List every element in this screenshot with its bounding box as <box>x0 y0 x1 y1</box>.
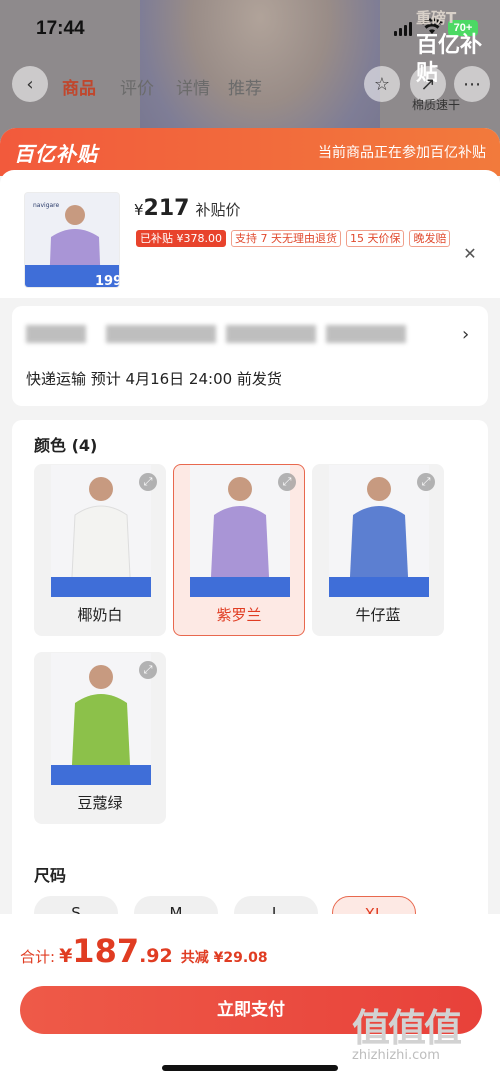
price-label: 补贴价 <box>195 201 241 219</box>
tab-recommend[interactable]: 推荐 <box>228 74 262 99</box>
thumbnail-image: navigare 199 <box>25 193 120 288</box>
background-side-tag: 棉质速干 <box>412 98 461 112</box>
status-time: 17:44 <box>36 18 85 39</box>
expand-icon[interactable]: ⤢ <box>139 473 157 491</box>
color-section-title: 颜色 (4) <box>34 436 98 455</box>
tab-reviews[interactable]: 评价 <box>120 74 154 99</box>
color-option-cardamom-green[interactable]: ⤢ 豆蔻绿 <box>34 652 166 824</box>
chevron-right-icon[interactable]: › <box>462 324 469 345</box>
subsidy-logo: 百亿补贴 <box>14 141 98 166</box>
tab-product[interactable]: 商品 <box>62 74 96 99</box>
brand-corner-top: 重磅T <box>416 9 457 27</box>
total-currency: ¥ <box>59 945 73 967</box>
size-section-title: 尺码 <box>34 866 67 885</box>
tab-details[interactable]: 详情 <box>176 74 210 99</box>
subsidy-price: 217 <box>143 196 190 221</box>
address-card[interactable]: › 快递运输 预计 4月16日 24:00 前发货 <box>12 306 488 406</box>
color-option-coconut-white[interactable]: ⤢ 椰奶白 <box>34 464 166 636</box>
currency-symbol: ¥ <box>134 201 144 219</box>
expand-icon[interactable]: ⤢ <box>139 661 157 679</box>
star-icon[interactable]: ☆ <box>364 66 400 102</box>
back-icon[interactable]: ‹ <box>12 66 48 102</box>
color-name: 紫罗兰 <box>216 606 262 624</box>
color-name: 椰奶白 <box>77 606 123 624</box>
home-indicator <box>162 1065 338 1071</box>
address-redacted <box>26 320 408 348</box>
expand-icon[interactable]: ⤢ <box>417 473 435 491</box>
tag-subsidized: 已补贴 ¥378.00 <box>136 230 226 247</box>
total-label: 合计: <box>20 948 56 966</box>
watermark: 值值值 zhizhizhi.com <box>352 1008 492 1063</box>
subsidy-note: 当前商品正在参加百亿补贴 <box>318 145 486 161</box>
product-thumbnail: navigare 199 <box>24 192 120 288</box>
subsidy-banner: 百亿补贴 当前商品正在参加百亿补贴 <box>0 128 500 176</box>
tag-late-compensation: 晚发赔 <box>409 230 451 247</box>
watermark-logo: 值值值 <box>352 1006 462 1050</box>
total-price: 合计: ¥ 187 .92 共减 ¥29.08 <box>20 932 268 970</box>
close-icon[interactable]: ✕ <box>460 244 480 264</box>
color-name: 牛仔蓝 <box>355 606 401 624</box>
expand-icon[interactable]: ⤢ <box>278 473 296 491</box>
watermark-url: zhizhizhi.com <box>352 1048 440 1063</box>
shipping-estimate: 快递运输 预计 4月16日 24:00 前发货 <box>26 370 282 388</box>
color-image-4 <box>51 653 151 785</box>
color-image-2 <box>190 465 290 597</box>
service-tags: 已补贴 ¥378.00 支持 7 天无理由退货 15 天价保 晚发赔 <box>136 230 451 247</box>
color-image-1 <box>51 465 151 597</box>
color-name: 豆蔻绿 <box>77 794 123 812</box>
price-line: ¥ 217 补贴价 <box>134 196 241 221</box>
color-option-denim-blue[interactable]: ⤢ 牛仔蓝 <box>312 464 444 636</box>
total-decimal: .92 <box>139 945 173 967</box>
total-integer: 187 <box>72 932 140 970</box>
color-option-violet[interactable]: ⤢ 紫罗兰 <box>173 464 305 636</box>
options-card: 颜色 (4) ⤢ 椰奶白 ⤢ 紫罗兰 ⤢ 牛仔蓝 ⤢ 豆蔻绿 尺码 S M L <box>12 420 488 980</box>
thumbnail-brand: navigare <box>33 202 60 209</box>
color-image-3 <box>329 465 429 597</box>
tag-price-protection: 15 天价保 <box>345 230 405 247</box>
total-saving: 共减 ¥29.08 <box>180 950 268 966</box>
tag-return-policy: 支持 7 天无理由退货 <box>230 230 341 247</box>
thumbnail-price: 199 <box>95 274 120 288</box>
